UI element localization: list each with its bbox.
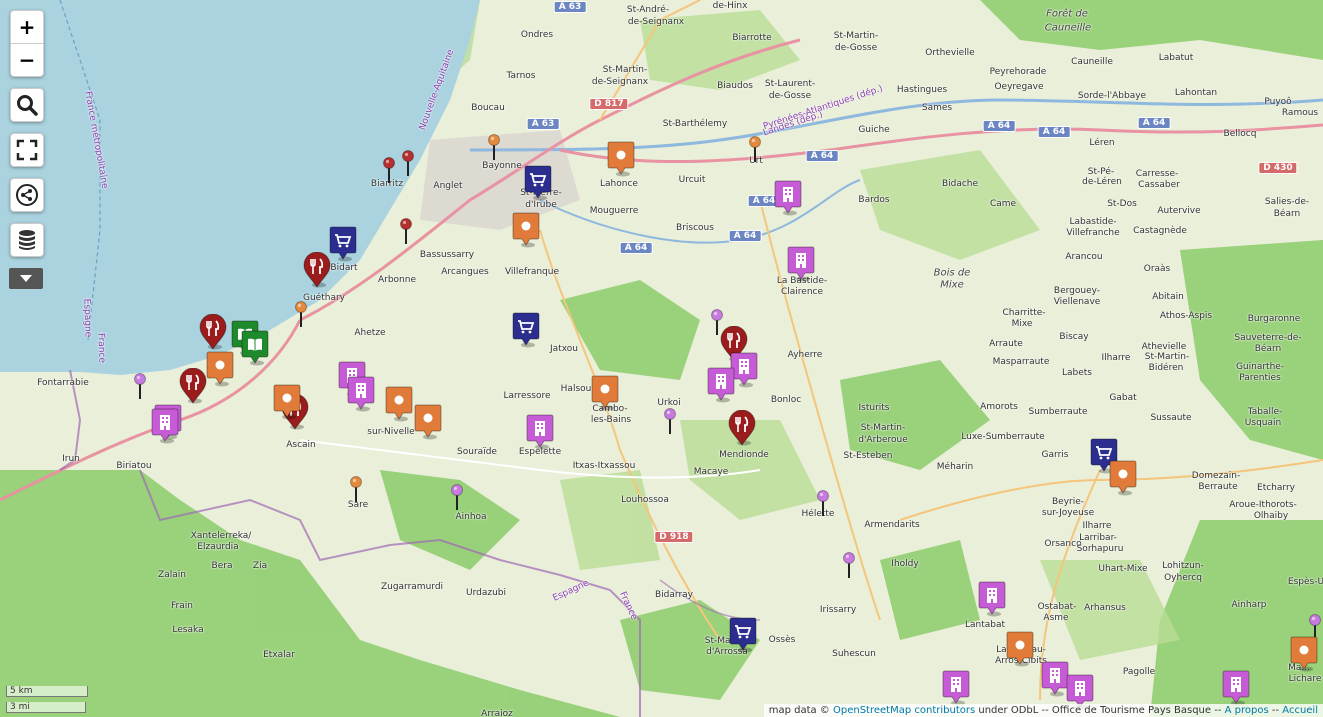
apropos-link[interactable]: A propos	[1225, 705, 1269, 716]
road-shield: A 64	[805, 150, 839, 162]
hotel-marker[interactable]	[787, 246, 817, 282]
point-marker[interactable]	[512, 212, 542, 248]
layers-icon	[19, 230, 35, 250]
zoom-out-button[interactable]: −	[11, 43, 43, 76]
scale-km: 5 km	[6, 686, 88, 697]
fullscreen-button[interactable]	[10, 133, 44, 167]
point-marker[interactable]	[607, 141, 637, 177]
road-shield: A 63	[526, 118, 560, 130]
attribution: map data © OpenStreetMap contributors un…	[763, 704, 1323, 717]
book-marker[interactable]	[241, 330, 271, 366]
layers-button[interactable]	[10, 223, 44, 257]
map-pin[interactable]	[402, 150, 414, 176]
accueil-link[interactable]: Accueil	[1282, 705, 1318, 716]
point-marker[interactable]	[273, 384, 303, 420]
road-shield: A 64	[728, 230, 762, 242]
point-marker[interactable]	[1006, 631, 1036, 667]
road-shield: A 63	[553, 1, 587, 13]
hotel-marker[interactable]	[707, 367, 737, 403]
zoom-out-icon: −	[18, 48, 36, 72]
road-shield: D 817	[589, 98, 629, 110]
fullscreen-icon	[16, 139, 38, 161]
map-pin[interactable]	[383, 157, 395, 183]
map-pin[interactable]	[843, 552, 855, 578]
point-marker[interactable]	[385, 386, 415, 422]
chevron-down-icon	[20, 275, 32, 282]
hotel-marker[interactable]	[978, 581, 1008, 617]
shop-marker[interactable]	[329, 226, 359, 262]
road-shield: A 64	[1037, 126, 1071, 138]
hotel-marker[interactable]	[151, 408, 181, 444]
shop-marker[interactable]	[524, 165, 554, 201]
hotel-marker[interactable]	[942, 670, 972, 706]
map-pin[interactable]	[451, 484, 463, 510]
search-icon	[17, 95, 38, 116]
map-pin[interactable]	[488, 134, 500, 160]
point-marker[interactable]	[591, 375, 621, 411]
zoom-control: + −	[10, 10, 44, 77]
road-shield: A 64	[1137, 117, 1171, 129]
point-marker[interactable]	[1290, 636, 1320, 672]
hotel-marker[interactable]	[774, 180, 804, 216]
osm-link[interactable]: OpenStreetMap contributors	[833, 705, 975, 716]
road-shield: D 430	[1258, 162, 1298, 174]
zoom-in-icon: +	[18, 15, 36, 39]
map-pin[interactable]	[664, 408, 676, 434]
restaurant-marker[interactable]	[303, 252, 333, 288]
hotel-marker[interactable]	[1222, 670, 1252, 706]
search-button[interactable]	[10, 88, 44, 122]
expand-controls-button[interactable]	[9, 268, 43, 289]
map-pin[interactable]	[295, 301, 307, 327]
restaurant-marker[interactable]	[179, 368, 209, 404]
road-shield: A 64	[619, 242, 653, 254]
map-pin[interactable]	[400, 218, 412, 244]
restaurant-marker[interactable]	[728, 410, 758, 446]
hotel-marker[interactable]	[526, 414, 556, 450]
share-button[interactable]	[10, 178, 44, 212]
point-marker[interactable]	[1109, 460, 1139, 496]
shop-marker[interactable]	[512, 312, 542, 348]
map-pin[interactable]	[749, 136, 761, 162]
road-shield: D 918	[654, 531, 694, 543]
zoom-in-button[interactable]: +	[11, 11, 43, 43]
restaurant-marker[interactable]	[199, 314, 229, 350]
map-base-layer[interactable]	[0, 0, 1323, 717]
map-view[interactable]: de-Hinx Forêt de Cauneille Ondres St-André-d…	[0, 0, 1323, 717]
point-marker[interactable]	[414, 404, 444, 440]
scale-mi: 3 mi	[6, 702, 86, 713]
shop-marker[interactable]	[729, 617, 759, 653]
map-pin[interactable]	[817, 490, 829, 516]
hotel-marker[interactable]	[347, 376, 377, 412]
road-shield: A 64	[982, 120, 1016, 132]
map-pin[interactable]	[134, 373, 146, 399]
point-marker[interactable]	[206, 351, 236, 387]
share-icon	[16, 184, 38, 206]
map-pin[interactable]	[350, 476, 362, 502]
